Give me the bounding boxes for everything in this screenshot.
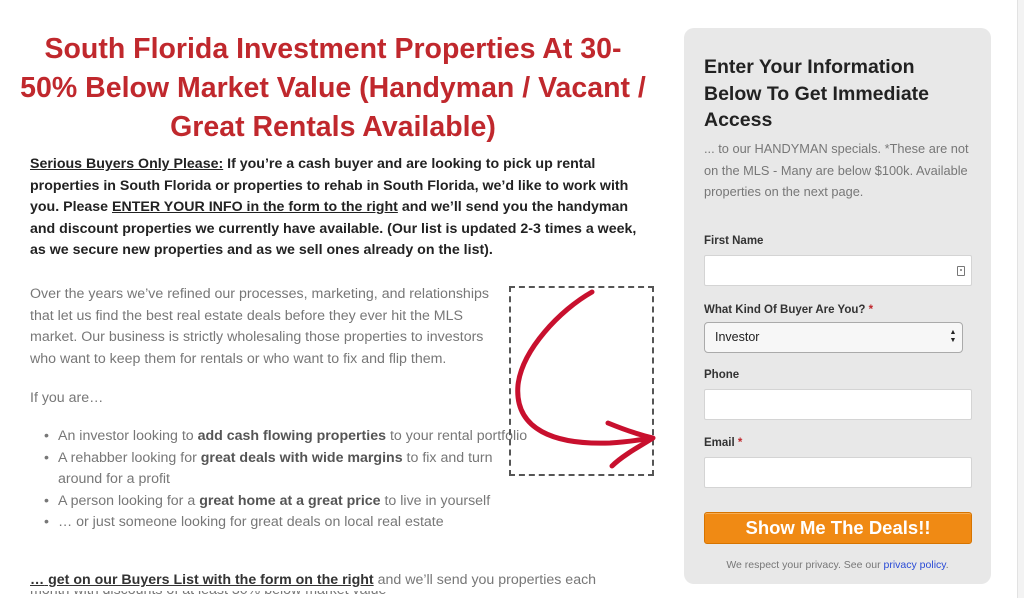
list-item: • An investor looking to add cash flowing…: [44, 426, 528, 448]
cta-text: and we’ll send you properties each: [373, 572, 597, 588]
buyers-list-cta: … get on our Buyers List with the form o…: [30, 570, 650, 592]
privacy-note: We respect your privacy. See our privacy…: [726, 559, 949, 571]
form-description: ... to our HANDYMAN specials. *These are…: [704, 141, 969, 199]
page-headline: South Florida Investment Properties At 3…: [20, 33, 646, 143]
bullet-dot: •: [44, 449, 49, 466]
list-item: • A person looking for a great home at a …: [44, 491, 528, 513]
bullet-dot: •: [44, 428, 49, 444]
contact-card-icon[interactable]: [957, 266, 965, 276]
phone-field[interactable]: [704, 389, 972, 420]
list-item: • A rehabber looking for great deals with…: [44, 449, 493, 488]
hand-drawn-arrow-icon: [515, 289, 656, 469]
cta-continuation: month with discounts of at least 30% bel…: [30, 591, 650, 601]
phone-label: Phone: [704, 369, 740, 381]
submit-button[interactable]: Show Me The Deals!!: [704, 512, 972, 544]
email-label: Email *: [704, 437, 743, 449]
sales-copy-column: South Florida Investment Properties At 3…: [0, 0, 665, 598]
required-mark: *: [737, 437, 743, 449]
first-name-label: First Name: [704, 235, 764, 247]
bullet-dot: •: [44, 514, 49, 530]
form-title: Enter Your Information Below To Get Imme…: [704, 56, 930, 131]
buyer-type-select[interactable]: Investor ▲ ▼: [704, 322, 963, 353]
benefit-list: • An investor looking to add cash flowing…: [44, 426, 528, 534]
intro-paragraph: Serious Buyers Only Please: If you’re a …: [30, 154, 655, 262]
buyer-type-value: Investor: [715, 330, 760, 344]
required-mark: *: [868, 304, 874, 316]
privacy-policy-link[interactable]: privacy policy: [884, 559, 946, 571]
page-scrollbar[interactable]: [1017, 0, 1024, 598]
intro-lead: Serious Buyers Only Please:: [30, 156, 224, 172]
about-paragraph: Over the years we’ve refined our process…: [30, 286, 489, 367]
cta-ellipsis: …: [30, 572, 45, 588]
select-arrows-icon: ▲ ▼: [949, 329, 957, 344]
bullet-dot: •: [44, 492, 49, 509]
intro-form-link[interactable]: ENTER YOUR INFO in the form to the right: [112, 199, 398, 215]
first-name-field[interactable]: [704, 255, 972, 286]
cta-continuation-text: month with discounts of at least 30% bel…: [30, 591, 650, 601]
list-item: •… or just someone looking for great dea…: [44, 512, 528, 534]
optin-form-panel: Enter Your Information Below To Get Imme…: [684, 28, 991, 584]
if-you-are-text: If you are…: [30, 390, 104, 406]
buyers-list-link[interactable]: get on our Buyers List with the form on …: [44, 572, 374, 588]
email-field[interactable]: [704, 457, 972, 488]
buyer-type-label: What Kind Of Buyer Are You? *: [704, 304, 874, 316]
